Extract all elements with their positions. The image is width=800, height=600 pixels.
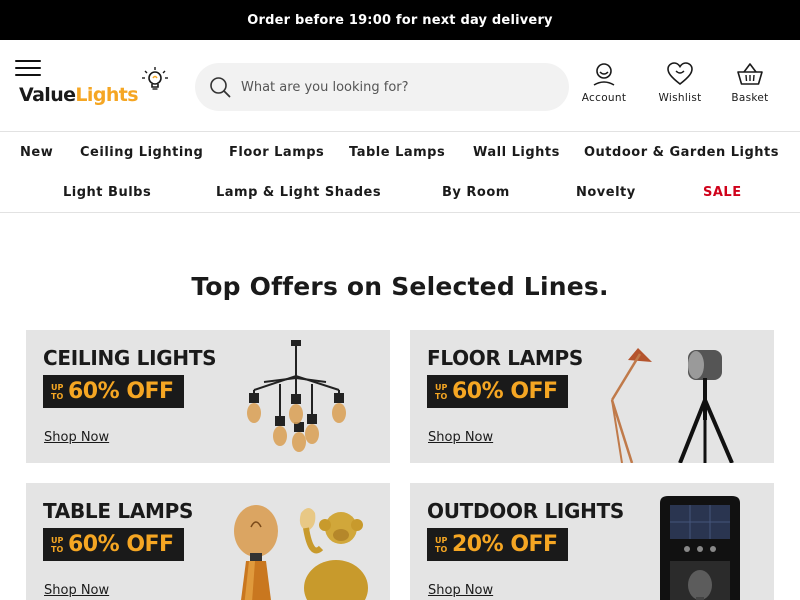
nav-item-light-bulbs[interactable]: Light Bulbs bbox=[63, 185, 151, 200]
site-header: ValueLights Account Wishlist bbox=[0, 40, 800, 132]
basket-button[interactable]: Basket bbox=[715, 62, 785, 112]
search-input[interactable] bbox=[241, 63, 551, 111]
discount-badge: UP TO 60% OFF bbox=[427, 375, 568, 408]
badge-upto: UP TO bbox=[435, 535, 448, 554]
basket-label: Basket bbox=[731, 92, 769, 104]
offer-card-outdoor-lights[interactable]: OUTDOOR LIGHTS UP TO 20% OFF Shop Now bbox=[410, 483, 774, 600]
offers-title: Top Offers on Selected Lines. bbox=[191, 272, 609, 301]
search-bar[interactable] bbox=[195, 63, 569, 111]
badge-upto: UP TO bbox=[51, 535, 64, 554]
badge-amount: 20% OFF bbox=[452, 532, 558, 557]
nav-item-new[interactable]: New bbox=[20, 145, 53, 160]
offer-card-floor-lamps[interactable]: FLOOR LAMPS UP TO 60% OFF Shop Now bbox=[410, 330, 774, 463]
announcement-bar: Order before 19:00 for next day delivery bbox=[0, 0, 800, 40]
badge-amount: 60% OFF bbox=[452, 379, 558, 404]
shop-now-link[interactable]: Shop Now bbox=[44, 430, 109, 445]
announcement-text: Order before 19:00 for next day delivery bbox=[247, 12, 553, 28]
search-icon[interactable] bbox=[209, 76, 231, 98]
nav-item-outdoor-garden[interactable]: Outdoor & Garden Lights bbox=[584, 145, 779, 160]
nav-item-table-lamps[interactable]: Table Lamps bbox=[349, 145, 445, 160]
shop-now-link[interactable]: Shop Now bbox=[428, 430, 493, 445]
account-button[interactable]: Account bbox=[569, 62, 639, 112]
nav-item-by-room[interactable]: By Room bbox=[442, 185, 510, 200]
wishlist-button[interactable]: Wishlist bbox=[645, 62, 715, 112]
nav-item-sale[interactable]: SALE bbox=[703, 185, 742, 200]
offer-title: TABLE LAMPS bbox=[43, 499, 194, 523]
nav-item-floor-lamps[interactable]: Floor Lamps bbox=[229, 145, 324, 160]
discount-badge: UP TO 60% OFF bbox=[43, 528, 184, 561]
wishlist-heart-icon bbox=[667, 62, 693, 86]
shop-now-link[interactable]: Shop Now bbox=[428, 583, 493, 598]
logo-text-value: Value bbox=[19, 84, 76, 106]
offer-card-table-lamps[interactable]: TABLE LAMPS UP TO 60% OFF Shop Now bbox=[26, 483, 390, 600]
nav-item-novelty[interactable]: Novelty bbox=[576, 185, 636, 200]
bulb-icon bbox=[142, 67, 168, 90]
nav-item-wall-lights[interactable]: Wall Lights bbox=[473, 145, 560, 160]
outdoor-light-image bbox=[660, 496, 740, 600]
menu-icon[interactable] bbox=[15, 60, 41, 78]
badge-upto: UP TO bbox=[51, 382, 64, 401]
basket-icon bbox=[737, 63, 763, 85]
main-nav: New Ceiling Lighting Floor Lamps Table L… bbox=[0, 133, 800, 213]
logo[interactable]: ValueLights bbox=[19, 84, 139, 106]
discount-badge: UP TO 60% OFF bbox=[43, 375, 184, 408]
nav-item-lamp-shades[interactable]: Lamp & Light Shades bbox=[216, 185, 381, 200]
offer-title: CEILING LIGHTS bbox=[43, 346, 217, 370]
badge-upto: UP TO bbox=[435, 382, 448, 401]
offer-title: OUTDOOR LIGHTS bbox=[427, 499, 625, 523]
badge-amount: 60% OFF bbox=[68, 379, 174, 404]
logo-text-lights: Lights bbox=[75, 84, 138, 106]
account-label: Account bbox=[581, 92, 627, 104]
offer-title: FLOOR LAMPS bbox=[427, 346, 583, 370]
floor-lamp-image bbox=[610, 348, 734, 463]
wishlist-label: Wishlist bbox=[658, 92, 702, 104]
badge-amount: 60% OFF bbox=[68, 532, 174, 557]
account-icon bbox=[593, 63, 615, 86]
table-lamp-image bbox=[234, 505, 368, 600]
nav-item-ceiling-lighting[interactable]: Ceiling Lighting bbox=[80, 145, 203, 160]
ceiling-light-image bbox=[247, 340, 346, 452]
offer-card-ceiling-lights[interactable]: CEILING LIGHTS UP TO 60% OFF Shop Now bbox=[26, 330, 390, 463]
discount-badge: UP TO 20% OFF bbox=[427, 528, 568, 561]
shop-now-link[interactable]: Shop Now bbox=[44, 583, 109, 598]
